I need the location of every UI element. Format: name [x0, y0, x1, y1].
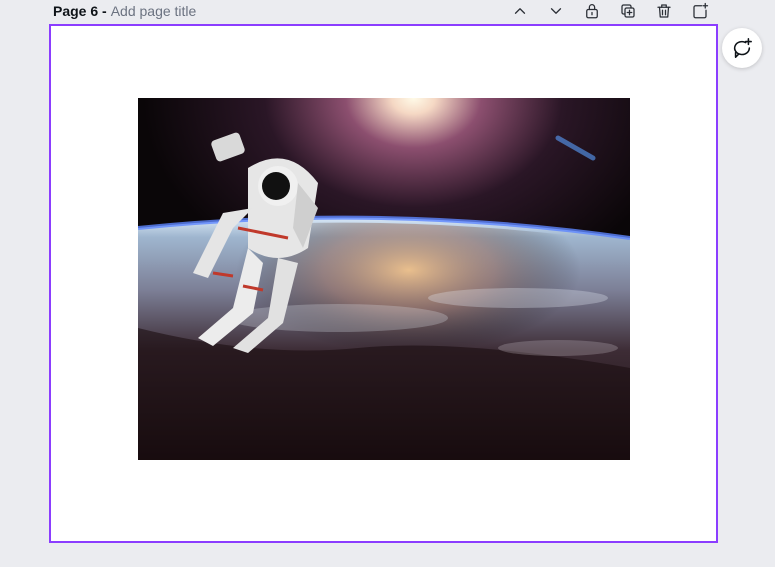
chevron-down-icon — [550, 8, 562, 14]
delete-page-button[interactable] — [652, 0, 676, 22]
move-page-down-button[interactable] — [544, 0, 568, 22]
trash-icon — [657, 4, 671, 18]
page-toolbar — [508, 0, 724, 22]
add-comment-icon — [733, 38, 752, 58]
duplicate-icon — [621, 4, 635, 18]
editor-stage: Page 6 - Add page title — [0, 0, 775, 567]
design-page-canvas[interactable] — [49, 24, 718, 543]
page-number-label: Page 6 - — [53, 3, 107, 19]
move-page-up-button[interactable] — [508, 0, 532, 22]
astronaut-earth-image[interactable] — [138, 98, 630, 460]
astronaut-photo-graphic — [138, 98, 630, 460]
page-header: Page 6 - Add page title — [53, 0, 196, 22]
lock-page-button[interactable] — [580, 0, 604, 22]
page-title-input[interactable]: Add page title — [111, 3, 197, 19]
add-page-icon — [693, 2, 709, 19]
chevron-up-icon — [514, 8, 526, 14]
add-page-button[interactable] — [688, 0, 712, 22]
duplicate-page-button[interactable] — [616, 0, 640, 22]
lock-icon — [586, 4, 598, 19]
add-comment-button[interactable] — [722, 28, 762, 68]
